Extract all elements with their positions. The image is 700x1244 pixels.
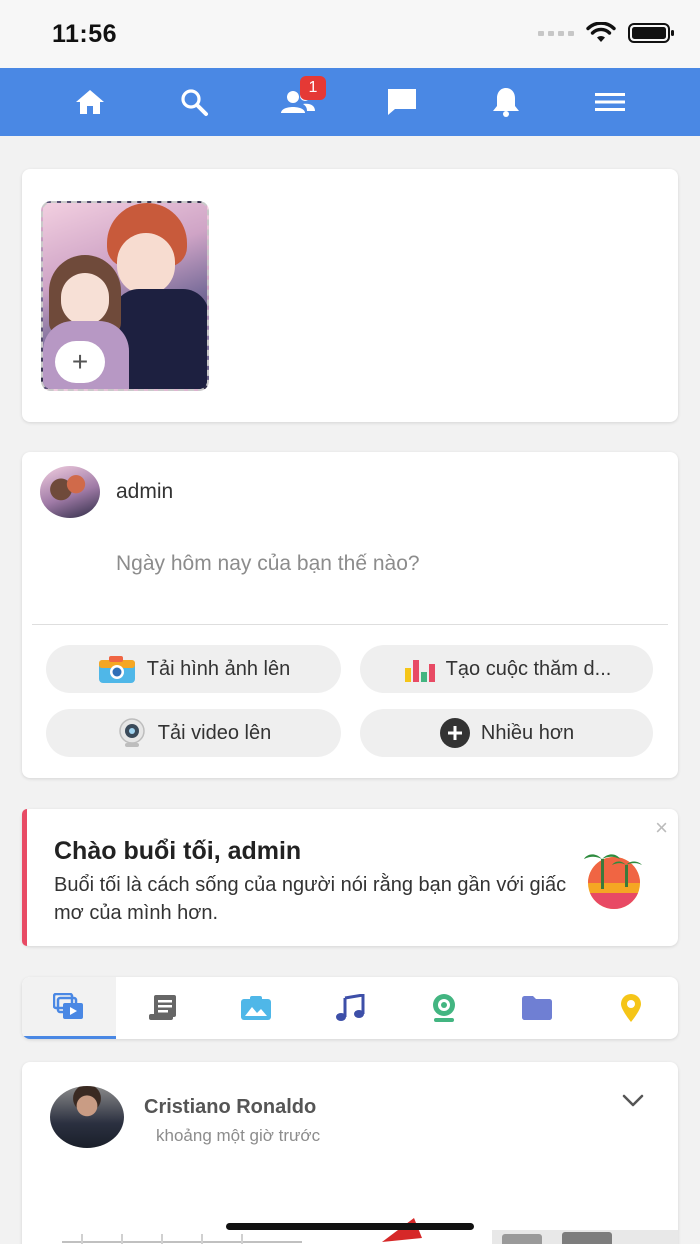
- nav-menu[interactable]: [586, 78, 634, 126]
- upload-video-button[interactable]: Tải video lên: [46, 709, 341, 757]
- tab-live[interactable]: [397, 977, 491, 1039]
- avatar: [40, 466, 100, 518]
- signal-icon: [538, 30, 574, 36]
- wifi-icon: [586, 22, 616, 42]
- tab-photos[interactable]: [209, 977, 303, 1039]
- webcam-video-icon: [119, 718, 145, 747]
- avatar[interactable]: [50, 1086, 124, 1148]
- story-art-face: [117, 233, 175, 295]
- status-time: 11:56: [52, 20, 118, 48]
- home-icon: [76, 90, 104, 114]
- plus-circle-icon: [439, 718, 470, 748]
- add-story-button[interactable]: +: [55, 341, 105, 383]
- greeting-card: Chào buổi tối, admin Buổi tối là cách số…: [22, 809, 678, 946]
- add-story-tile[interactable]: +: [41, 201, 209, 391]
- music-icon: [336, 994, 365, 1021]
- friend-requests-badge: 1: [300, 76, 326, 100]
- search-icon: [181, 89, 208, 116]
- feed-icon: [52, 992, 83, 1019]
- greeting-text: Buổi tối là cách sống của người nói rằng…: [54, 874, 567, 924]
- close-icon[interactable]: ×: [655, 815, 668, 841]
- camera-icon: [98, 656, 135, 683]
- post-author[interactable]: Cristiano Ronaldo: [144, 1096, 316, 1119]
- tab-places[interactable]: [584, 977, 678, 1039]
- nav-home[interactable]: [66, 78, 114, 126]
- post-card: Cristiano Ronaldo khoảng một giờ trước: [22, 1062, 678, 1244]
- bell-icon: [493, 88, 519, 117]
- messages-icon: [388, 89, 416, 115]
- top-nav: 1: [0, 68, 700, 136]
- content-tabs: [22, 977, 678, 1039]
- more-label: Nhiều hơn: [480, 721, 575, 744]
- upload-video-label: Tải video lên: [157, 721, 272, 744]
- home-indicator[interactable]: [226, 1223, 474, 1230]
- stories-card: +: [22, 169, 678, 422]
- more-button[interactable]: Nhiều hơn: [360, 709, 653, 757]
- greeting-accent: [22, 809, 27, 946]
- status-bar: 11:56: [0, 0, 700, 68]
- nav-messages[interactable]: [378, 78, 426, 126]
- tab-feed[interactable]: [22, 977, 116, 1039]
- folder-icon: [522, 996, 553, 1020]
- create-poll-label: Tạo cuộc thăm d...: [445, 657, 612, 680]
- tab-files[interactable]: [491, 977, 585, 1039]
- create-poll-button[interactable]: Tạo cuộc thăm d...: [360, 645, 653, 693]
- tab-music[interactable]: [303, 977, 397, 1039]
- nav-notifications[interactable]: [482, 78, 530, 126]
- photo-icon: [241, 996, 272, 1020]
- greeting-title: Chào buổi tối, admin: [54, 837, 302, 865]
- article-icon: [148, 995, 176, 1020]
- battery-icon: [628, 23, 674, 43]
- nav-friends[interactable]: 1: [274, 76, 326, 126]
- post-input[interactable]: Ngày hôm nay của bạn thế nào?: [116, 552, 420, 576]
- composer-card: admin Ngày hôm nay của bạn thế nào? Tải …: [22, 452, 678, 778]
- menu-icon: [595, 93, 625, 111]
- upload-photo-label: Tải hình ảnh lên: [146, 657, 291, 680]
- chevron-down-icon[interactable]: [622, 1094, 644, 1108]
- post-time: khoảng một giờ trước: [156, 1126, 321, 1145]
- status-icons: [538, 22, 676, 44]
- composer-username: admin: [116, 480, 174, 503]
- island-sunset-icon: [584, 854, 642, 909]
- upload-photo-button[interactable]: Tải hình ảnh lên: [46, 645, 341, 693]
- poll-icon: [404, 660, 435, 682]
- webcam-icon: [432, 994, 455, 1022]
- nav-search[interactable]: [170, 78, 218, 126]
- story-art-face-2: [61, 273, 109, 325]
- tab-articles[interactable]: [116, 977, 210, 1039]
- location-icon: [621, 994, 642, 1022]
- divider: [32, 624, 668, 625]
